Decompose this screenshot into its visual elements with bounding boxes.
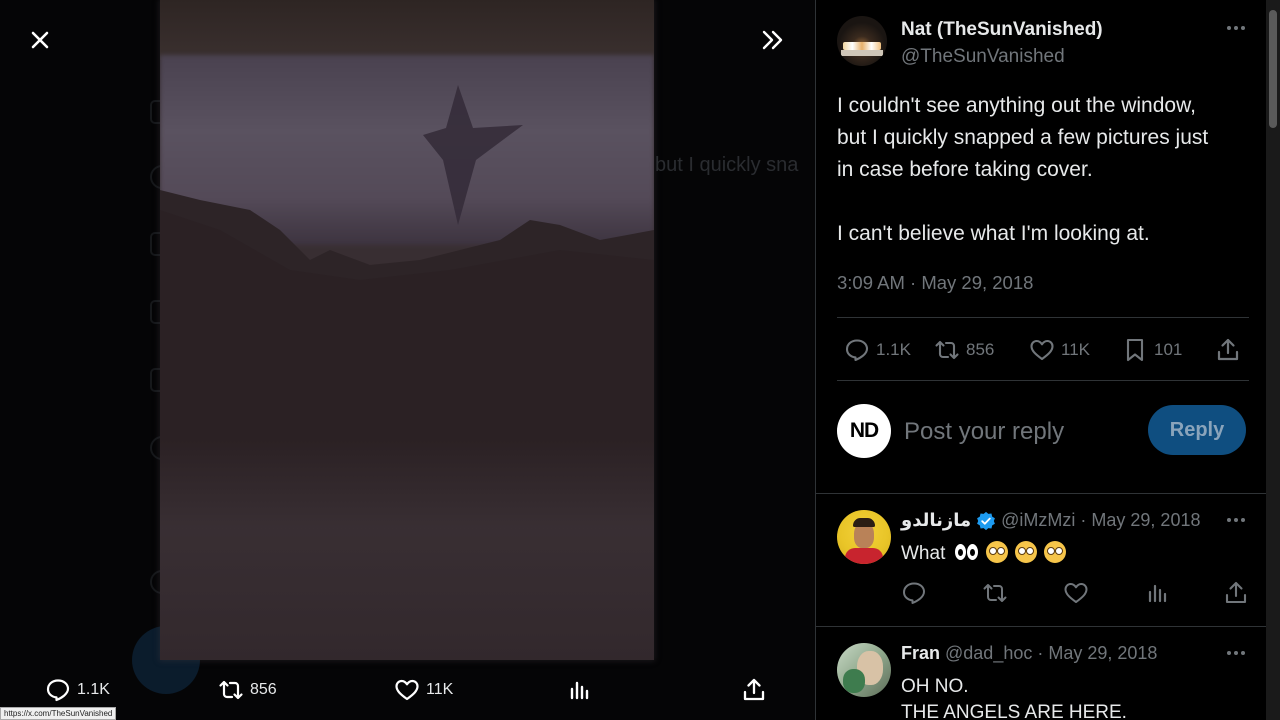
status-url-tooltip: https://x.com/TheSunVanished <box>0 707 117 720</box>
reply-icon <box>845 339 869 362</box>
scrollbar[interactable] <box>1266 0 1280 720</box>
media-action-bar: 1.1K 856 11K <box>0 670 815 710</box>
share-icon[interactable] <box>1223 580 1249 606</box>
reply-date[interactable]: · May 29, 2018 <box>1080 510 1200 531</box>
retweet-icon <box>935 340 959 360</box>
like-icon <box>395 679 419 701</box>
reply-actions <box>901 580 1249 610</box>
post-text-line: I can't believe what I'm looking at. <box>837 222 1150 245</box>
media-viewer: but I quickly sna 1.1K 856 11K https://x… <box>0 0 815 720</box>
reply-avatar[interactable] <box>837 510 891 564</box>
avatar-shirt <box>845 548 883 564</box>
post-text-line: in case before taking cover. <box>837 158 1093 181</box>
post-text-line: but I quickly snapped a few pictures jus… <box>837 126 1209 149</box>
retweet-icon[interactable] <box>982 580 1008 606</box>
author-handle[interactable]: @TheSunVanished <box>901 46 1065 68</box>
reply-count: 1.1K <box>876 340 911 359</box>
views-icon[interactable] <box>1144 580 1170 606</box>
like-icon[interactable] <box>1063 580 1089 606</box>
like-icon <box>1030 339 1054 361</box>
media-like-button[interactable]: 11K <box>394 670 453 710</box>
media-views-button[interactable] <box>567 670 593 710</box>
more-icon[interactable] <box>1224 18 1248 38</box>
media-like-count: 11K <box>426 681 454 698</box>
more-icon[interactable] <box>1224 643 1248 663</box>
photo-dark-shape <box>423 85 523 225</box>
divider <box>816 493 1267 494</box>
like-count: 11K <box>1061 340 1090 359</box>
bookmark-count: 101 <box>1154 340 1183 359</box>
reply-icon <box>46 679 70 702</box>
flushed-emoji <box>1044 541 1067 563</box>
media-reply-count: 1.1K <box>77 681 110 698</box>
eyes-emoji <box>954 543 979 561</box>
photo-sky <box>160 0 654 60</box>
retweet-button[interactable]: 856 <box>934 330 994 370</box>
media-reply-button[interactable]: 1.1K <box>45 670 110 710</box>
media-retweet-button[interactable]: 856 <box>218 670 277 710</box>
avatar-building <box>841 50 883 56</box>
post-detail-panel: Nat (TheSunVanished) @TheSunVanished I c… <box>815 0 1280 720</box>
reply-author-name[interactable]: Fran <box>901 643 940 664</box>
reply-icon[interactable] <box>901 580 927 606</box>
verified-icon <box>977 511 996 530</box>
post-timestamp[interactable]: 3:09 AM · May 29, 2018 <box>837 272 1033 294</box>
reply-date[interactable]: · May 29, 2018 <box>1037 643 1157 664</box>
retweet-count: 856 <box>966 340 995 359</box>
share-icon <box>743 678 765 701</box>
divider <box>816 626 1267 627</box>
reply-text-content: What <box>901 543 946 564</box>
photo-ground <box>160 440 654 660</box>
share-icon <box>1217 338 1239 361</box>
reply-item[interactable]: Fran @dad_hoc · May 29, 2018 OH NO. THE … <box>836 643 1249 720</box>
reply-text-line: OH NO. <box>901 676 969 697</box>
more-icon[interactable] <box>1224 510 1248 530</box>
reply-submit-button[interactable]: Reply <box>1148 405 1246 455</box>
close-icon[interactable] <box>22 22 58 58</box>
reply-header: Fran @dad_hoc · May 29, 2018 <box>901 643 1157 664</box>
chevron-double-right-icon[interactable] <box>754 22 792 58</box>
post-text: I couldn't see anything out the window, … <box>837 90 1249 250</box>
reply-text: What <box>901 541 1067 567</box>
reply-button[interactable]: 1.1K <box>844 330 911 370</box>
media-share-button[interactable] <box>741 670 767 710</box>
reply-author-handle[interactable]: @iMzMzi <box>1001 510 1075 531</box>
reply-composer: ND Reply <box>836 404 1249 460</box>
avatar-lights <box>843 42 881 50</box>
share-button[interactable] <box>1215 330 1241 370</box>
like-button[interactable]: 11K <box>1029 330 1090 370</box>
flushed-emoji <box>1015 541 1038 563</box>
views-icon <box>570 681 589 700</box>
divider <box>837 317 1249 318</box>
divider <box>837 380 1249 381</box>
reply-text-line: THE ANGELS ARE HERE. <box>901 702 1127 720</box>
reply-input[interactable] <box>904 412 1134 452</box>
avatar-figure <box>843 669 865 693</box>
reply-avatar[interactable] <box>837 643 891 697</box>
reply-header: مازنالدو @iMzMzi · May 29, 2018 <box>901 510 1200 531</box>
post-stats-bar: 1.1K 856 11K 101 <box>836 330 1249 370</box>
bookmark-icon <box>1126 338 1144 362</box>
post-photo[interactable] <box>160 0 654 660</box>
bookmark-button[interactable]: 101 <box>1122 330 1182 370</box>
avatar-hair <box>853 518 875 527</box>
retweet-icon <box>219 680 243 700</box>
reply-item[interactable]: مازنالدو @iMzMzi · May 29, 2018 What <box>836 510 1249 620</box>
ghost-tweet-text: but I quickly sna <box>655 154 799 176</box>
user-avatar[interactable]: ND <box>837 404 891 458</box>
scrollbar-thumb[interactable] <box>1269 10 1277 128</box>
flushed-emoji <box>985 541 1008 563</box>
post-text-line: I couldn't see anything out the window, <box>837 94 1196 117</box>
reply-author-handle[interactable]: @dad_hoc <box>945 643 1032 664</box>
author-name[interactable]: Nat (TheSunVanished) <box>901 19 1103 41</box>
reply-author-name[interactable]: مازنالدو <box>901 510 971 531</box>
media-retweet-count: 856 <box>250 681 277 698</box>
author-avatar[interactable] <box>837 16 887 66</box>
